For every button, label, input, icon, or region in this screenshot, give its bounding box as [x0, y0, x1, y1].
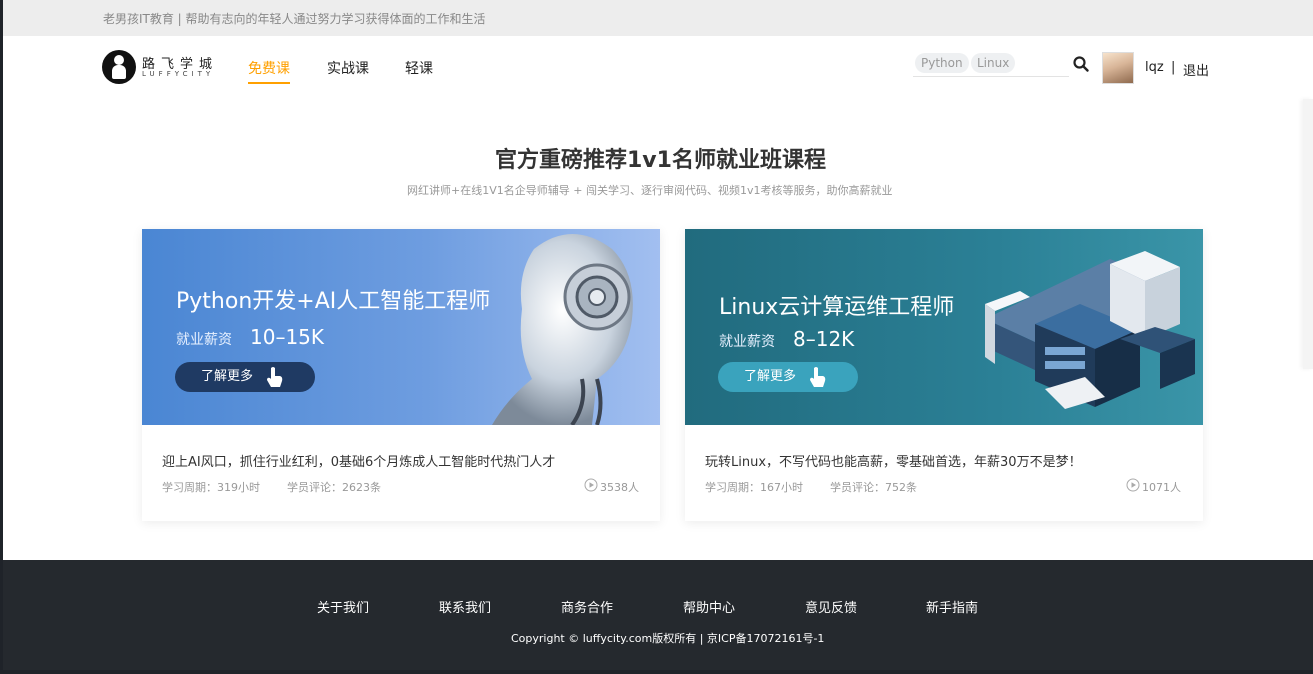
copyright: Copyright © luffycity.com版权所有 | 京ICP备170…: [511, 632, 825, 645]
footer: 关于我们 联系我们 商务合作 帮助中心 意见反馈 新手指南 Copyright …: [3, 560, 1313, 670]
learn-more-label: 了解更多: [201, 369, 254, 384]
header: 路飞学城 LUFFYCITY 免费课 实战课 轻课 Python Linux l…: [3, 36, 1313, 99]
nav-free-courses[interactable]: 免费课: [248, 58, 290, 78]
side-panel-edge: [1303, 99, 1313, 369]
course-title: Python开发+AI人工智能工程师: [176, 289, 491, 314]
search-input[interactable]: Python Linux: [913, 53, 1069, 77]
avatar[interactable]: [1102, 52, 1134, 84]
top-bar: 老男孩IT教育 | 帮助有志向的年轻人通过努力学习获得体面的工作和生活: [3, 0, 1313, 36]
learn-more-label: 了解更多: [744, 369, 797, 384]
footer-link-feedback[interactable]: 意见反馈: [805, 597, 857, 616]
nav-light-courses[interactable]: 轻课: [405, 58, 433, 78]
nav-practical-courses[interactable]: 实战课: [327, 58, 369, 78]
learn-more-button[interactable]: 了解更多: [718, 362, 858, 392]
course-description: 玩转Linux，不写代码也能高薪，零基础首选，年薪30万不是梦！: [705, 455, 1082, 470]
footer-link-guide[interactable]: 新手指南: [926, 597, 978, 616]
search-tag-python[interactable]: Python: [915, 53, 969, 73]
play-circle-icon: [1126, 478, 1140, 492]
page: 老男孩IT教育 | 帮助有志向的年轻人通过努力学习获得体面的工作和生活 路飞学城…: [3, 0, 1313, 560]
hand-pointer-icon: [267, 367, 283, 387]
search-icon[interactable]: [1072, 55, 1090, 73]
logo-icon[interactable]: [102, 50, 136, 84]
course-title: Linux云计算运维工程师: [719, 295, 955, 320]
username[interactable]: lqz: [1145, 60, 1164, 75]
review-count: 学员评论：2623条: [287, 481, 381, 494]
play-circle-icon: [584, 478, 598, 492]
learn-more-button[interactable]: 了解更多: [175, 362, 315, 392]
study-period: 学习周期：319小时: [162, 481, 260, 494]
footer-link-business[interactable]: 商务合作: [561, 597, 613, 616]
header-separator: |: [1171, 60, 1176, 75]
robot-illustration: [492, 234, 633, 425]
review-count: 学员评论：752条: [830, 481, 917, 494]
footer-link-help[interactable]: 帮助中心: [683, 597, 735, 616]
course-card-python[interactable]: Python开发+AI人工智能工程师 就业薪资 10–15K 了解更多 迎上AI…: [142, 229, 660, 521]
course-card-linux[interactable]: Linux云计算运维工程师 就业薪资 8–12K 了解更多 玩转Linux，不写…: [685, 229, 1203, 521]
course-banner[interactable]: Python开发+AI人工智能工程师 就业薪资 10–15K 了解更多: [142, 229, 660, 425]
active-nav-underline: [248, 82, 290, 84]
study-period: 学习周期：167小时: [705, 481, 803, 494]
section-subtitle: 网红讲师+在线1V1名企导师辅导 + 闯关学习、逐行审阅代码、视频1v1考核等服…: [407, 184, 893, 197]
salary-label: 就业薪资: [176, 332, 232, 348]
footer-link-contact[interactable]: 联系我们: [439, 597, 491, 616]
slogan: 老男孩IT教育 | 帮助有志向的年轻人通过努力学习获得体面的工作和生活: [103, 12, 486, 26]
server-illustration: [985, 251, 1195, 409]
salary-value: 8–12K: [793, 327, 855, 351]
course-banner[interactable]: Linux云计算运维工程师 就业薪资 8–12K 了解更多: [685, 229, 1203, 425]
hand-pointer-icon: [810, 367, 826, 387]
search-tag-linux[interactable]: Linux: [971, 53, 1016, 73]
logo-subtext: LUFFYCITY: [142, 70, 215, 78]
footer-link-about[interactable]: 关于我们: [317, 597, 369, 616]
learner-count: 3538人: [600, 481, 639, 494]
section-title: 官方重磅推荐1v1名师就业班课程: [495, 148, 826, 173]
learner-count: 1071人: [1142, 481, 1181, 494]
salary-value: 10–15K: [250, 325, 325, 349]
course-description: 迎上AI风口，抓住行业红利，0基础6个月炼成人工智能时代热门人才: [162, 455, 556, 470]
salary-label: 就业薪资: [719, 334, 775, 350]
logout-link[interactable]: 退出: [1183, 60, 1209, 79]
